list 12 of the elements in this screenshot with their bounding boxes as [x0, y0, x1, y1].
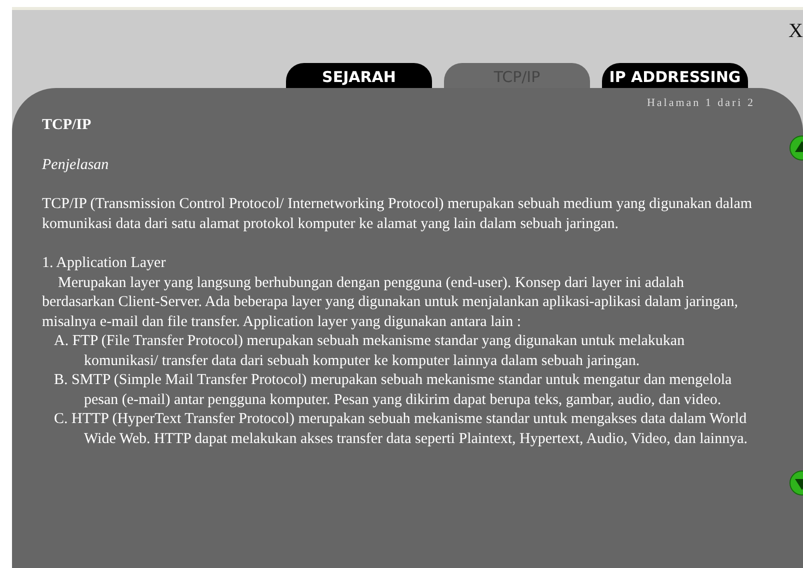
subheading: Penjelasan [42, 156, 110, 174]
section-title: 1. Application Layer [42, 254, 167, 273]
list-item: A. FTP (File Transfer Protocol) merupakan sebuah mekanisme standar yang digunakan untuk melakukan komunikasi/ transfer data dari sebuah komputer ke komputer lainnya dalam sebuah jaringan. [53, 332, 686, 370]
close-button[interactable]: X [788, 20, 803, 43]
list-item: C. HTTP (HyperText Transfer Protocol) merupakan sebuah mekanisme standar untuk mengakses data dalam World Wide Web. HTTP dapat melakukan akses transfer data seperti Plaintext, Hypertext, Audio, Video, dan lainnya. [53, 410, 748, 448]
heading: TCP/IP [42, 116, 92, 135]
paragraph: Merupakan layer yang langsung berhubungan dengan pengguna (end-user). Konsep dari layer ini adalah berdasarkan Client-Server. Ada beberapa layer yang digunakan untuk menjalankan aplikasi-aplikasi dalam jaringan, misalnya e-mail dan file transfer. Application layer yang digunakan antara lain : [42, 274, 739, 332]
list-item: B. SMTP (Simple Mail Transfer Protocol) merupakan sebuah mekanisme standar untuk mengatur dan mengelola pesan (e-mail) antar pengguna komputer. Pesan yang dikirim dapat berupa teks, gambar, audio, dan video. [53, 371, 733, 410]
paragraph: TCP/IP (Transmission Control Protocol/ Internetworking Protocol) merupakan sebuah medium yang digunakan dalam komunikasi data dari satu alamat protokol komputer ke alamat yang lain dalam sebuah jaringan. [42, 195, 754, 234]
page-indicator: Halaman 1 dari 2 [646, 97, 755, 109]
tab[interactable]: SEJARAH [286, 63, 432, 88]
tab[interactable]: IP ADDRESSING [602, 63, 748, 88]
